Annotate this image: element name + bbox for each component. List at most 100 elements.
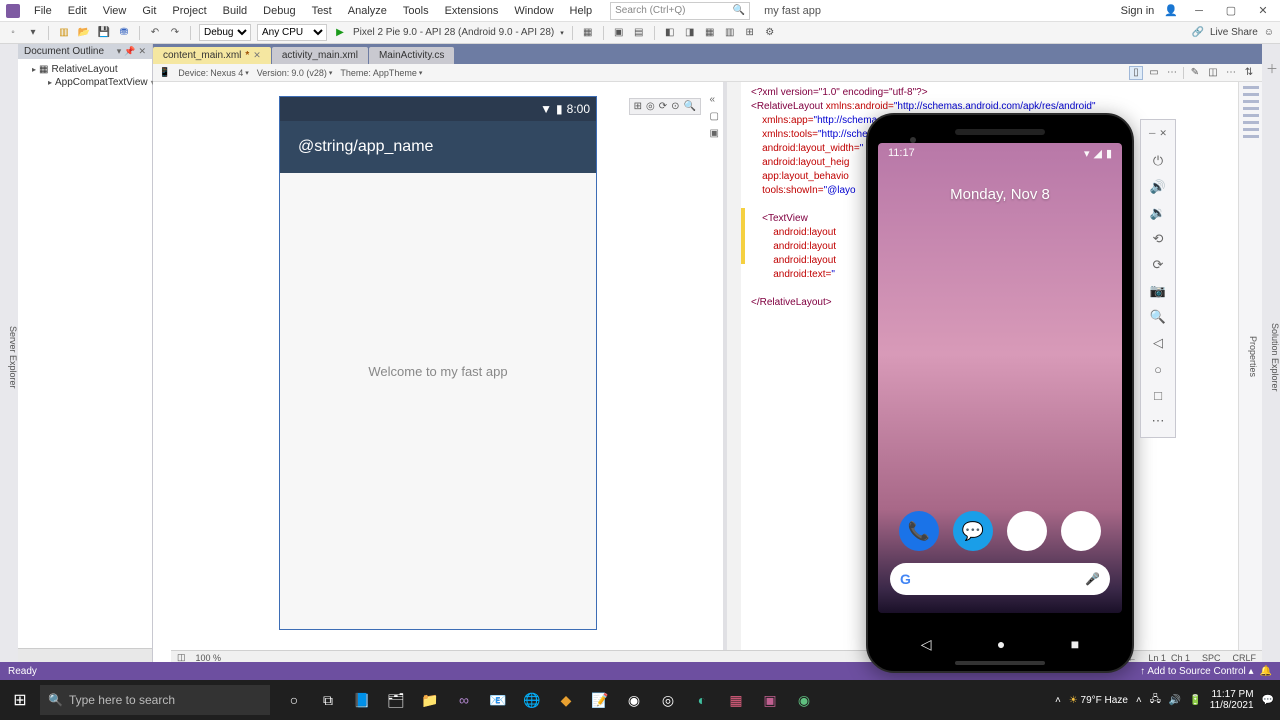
close-button[interactable]: ✕	[1252, 4, 1274, 17]
task-app-8[interactable]: ▣	[754, 684, 786, 716]
volume-down-icon[interactable]: 🔉	[1150, 205, 1166, 221]
camera-icon[interactable]: 📷	[1150, 283, 1166, 299]
mail-icon[interactable]: 📧	[482, 684, 514, 716]
task-app-5[interactable]: 📝	[584, 684, 616, 716]
menu-window[interactable]: Window	[508, 3, 559, 19]
menu-debug[interactable]: Debug	[257, 3, 301, 19]
zoom-in-icon[interactable]: 🔍	[1150, 309, 1166, 325]
device-dropdown[interactable]: Device: Nexus 4 ▾	[178, 68, 249, 78]
designer-surface[interactable]: ⊞ ◎ ⟳ ⊙ 🔍 « ▢ ▣ ▼ ▮ 8:00	[153, 82, 723, 662]
account-icon[interactable]: 👤	[1164, 4, 1178, 17]
open-icon[interactable]: 📂	[77, 26, 91, 40]
tb-icon-8[interactable]: ⊞	[743, 26, 757, 40]
new-project-icon[interactable]: ▥	[57, 26, 71, 40]
start-button[interactable]: ⊞	[0, 680, 40, 720]
tb-icon-9[interactable]: ⚙	[763, 26, 777, 40]
dropdown-icon[interactable]: ▾	[117, 46, 122, 57]
solution-explorer-tab[interactable]: Solution Explorer	[1270, 323, 1280, 392]
minimize-button[interactable]: ─	[1188, 5, 1210, 17]
menu-project[interactable]: Project	[166, 3, 212, 19]
nav-home-icon[interactable]: ●	[997, 636, 1005, 653]
play-store-icon[interactable]: ▶	[1007, 511, 1047, 551]
forward-icon[interactable]: ▾	[26, 26, 40, 40]
add-to-source-control[interactable]: ↑ Add to Source Control ▴	[1140, 666, 1253, 677]
back-icon[interactable]: ◁	[1150, 335, 1166, 351]
notifications-icon[interactable]: 🔔	[1260, 666, 1272, 677]
swap-icon[interactable]: ⇅	[1242, 66, 1256, 80]
more-icon[interactable]: ⋯	[1165, 66, 1179, 80]
feedback-icon[interactable]: ☺	[1264, 27, 1274, 38]
menu-edit[interactable]: Edit	[62, 3, 93, 19]
weather-widget[interactable]: ☀ 79°F Haze	[1069, 695, 1128, 706]
tb-icon-7[interactable]: ▥	[723, 26, 737, 40]
rotate-right-icon[interactable]: ⟳	[1150, 257, 1166, 273]
zoom-level[interactable]: 100 %	[196, 653, 222, 663]
start-debug-button[interactable]: ▶	[333, 26, 347, 40]
tab-mainactivity[interactable]: MainActivity.cs	[369, 47, 454, 64]
menu-view[interactable]: View	[97, 3, 133, 19]
sign-in-link[interactable]: Sign in	[1121, 5, 1155, 17]
close-tab-icon[interactable]: ✕	[253, 50, 261, 61]
volume-up-icon[interactable]: 🔊	[1150, 179, 1166, 195]
tree-node-child[interactable]: ▸AppCompatTextView▾	[20, 76, 150, 89]
collapse-icon[interactable]: «	[710, 94, 719, 105]
overview-icon[interactable]: □	[1150, 387, 1166, 403]
task-app-6[interactable]: ◎	[652, 684, 684, 716]
view-portrait-icon[interactable]: ▯	[1129, 66, 1143, 80]
panel2-icon[interactable]: ▣	[710, 128, 719, 139]
platform-dropdown[interactable]: Any CPU	[257, 24, 327, 41]
expand-icon[interactable]: ▸	[32, 65, 36, 74]
task-app-1[interactable]: 📘	[346, 684, 378, 716]
tree-node-root[interactable]: ▸▦RelativeLayout	[20, 63, 150, 76]
run-target[interactable]: Pixel 2 Pie 9.0 - API 28 (Android 9.0 - …	[353, 27, 554, 38]
mic-icon[interactable]: 🎤	[1085, 572, 1100, 586]
tb-icon-4[interactable]: ◧	[663, 26, 677, 40]
grid-icon[interactable]: ⊞	[634, 101, 642, 112]
run-target-dropdown-icon[interactable]: ▾	[560, 29, 564, 37]
live-share-icon[interactable]: 🔗	[1192, 27, 1204, 38]
google-search-bar[interactable]: G 🎤	[890, 563, 1110, 595]
network-icon[interactable]: 🖧	[1150, 692, 1161, 709]
menu-git[interactable]: Git	[136, 3, 162, 19]
task-view-icon[interactable]: ⧉	[312, 684, 344, 716]
notification-center-icon[interactable]: 💬	[1262, 695, 1274, 706]
emulator-taskbar-icon[interactable]: ◉	[788, 684, 820, 716]
chrome-taskbar-icon[interactable]: ◉	[618, 684, 650, 716]
file-explorer-icon[interactable]: 📁	[414, 684, 446, 716]
theme-dropdown[interactable]: Theme: AppTheme ▾	[340, 68, 422, 78]
config-dropdown[interactable]: Debug	[199, 24, 251, 41]
emulator-close-icon[interactable]: ✕	[1159, 128, 1167, 139]
panel-icon[interactable]: ▢	[710, 111, 719, 122]
close-panel-icon[interactable]: ✕	[138, 46, 146, 57]
indent-mode[interactable]: SPC	[1202, 653, 1221, 663]
power-icon[interactable]: ⏻	[1150, 153, 1166, 169]
taskbar-clock[interactable]: 11:17 PM 11/8/2021	[1210, 689, 1254, 711]
maximize-button[interactable]: ▢	[1220, 4, 1242, 17]
save-all-icon[interactable]: ⛃	[117, 26, 131, 40]
tb-icon-6[interactable]: ▦	[703, 26, 717, 40]
cortana-icon[interactable]: ○	[278, 684, 310, 716]
redo-icon[interactable]: ↷	[168, 26, 182, 40]
pin-icon[interactable]: 📌	[124, 46, 135, 57]
tab-activity-main[interactable]: activity_main.xml	[272, 47, 368, 64]
zoom-fit-icon[interactable]: ⊙	[671, 101, 679, 112]
expand-icon[interactable]: ▸	[48, 78, 52, 87]
live-share-button[interactable]: Live Share	[1210, 27, 1258, 38]
menu-analyze[interactable]: Analyze	[342, 3, 393, 19]
android-emulator-window[interactable]: 11:17 ▾◢▮ Monday, Nov 8 📞 💬 ▶ ◉ G 🎤 ◁ ● …	[866, 113, 1134, 673]
menu-help[interactable]: Help	[564, 3, 599, 19]
nav-back-icon[interactable]: ◁	[921, 636, 932, 653]
task-app-2[interactable]: 🗂	[380, 684, 412, 716]
task-app-4[interactable]: ◆	[550, 684, 582, 716]
view-landscape-icon[interactable]: ▭	[1147, 66, 1161, 80]
menu-extensions[interactable]: Extensions	[439, 3, 505, 19]
horizontal-scrollbar[interactable]	[18, 648, 152, 662]
tray-icon-1[interactable]: ˄	[1136, 695, 1142, 706]
more2-icon[interactable]: ⋯	[1224, 66, 1238, 80]
emulator-minimize-icon[interactable]: ─	[1149, 128, 1155, 139]
menu-build[interactable]: Build	[217, 3, 253, 19]
messages-app-icon[interactable]: 💬	[953, 511, 993, 551]
preview-textview[interactable]: Welcome to my fast app	[368, 364, 507, 379]
line-endings[interactable]: CRLF	[1232, 653, 1256, 663]
task-app-7[interactable]: ▦	[720, 684, 752, 716]
